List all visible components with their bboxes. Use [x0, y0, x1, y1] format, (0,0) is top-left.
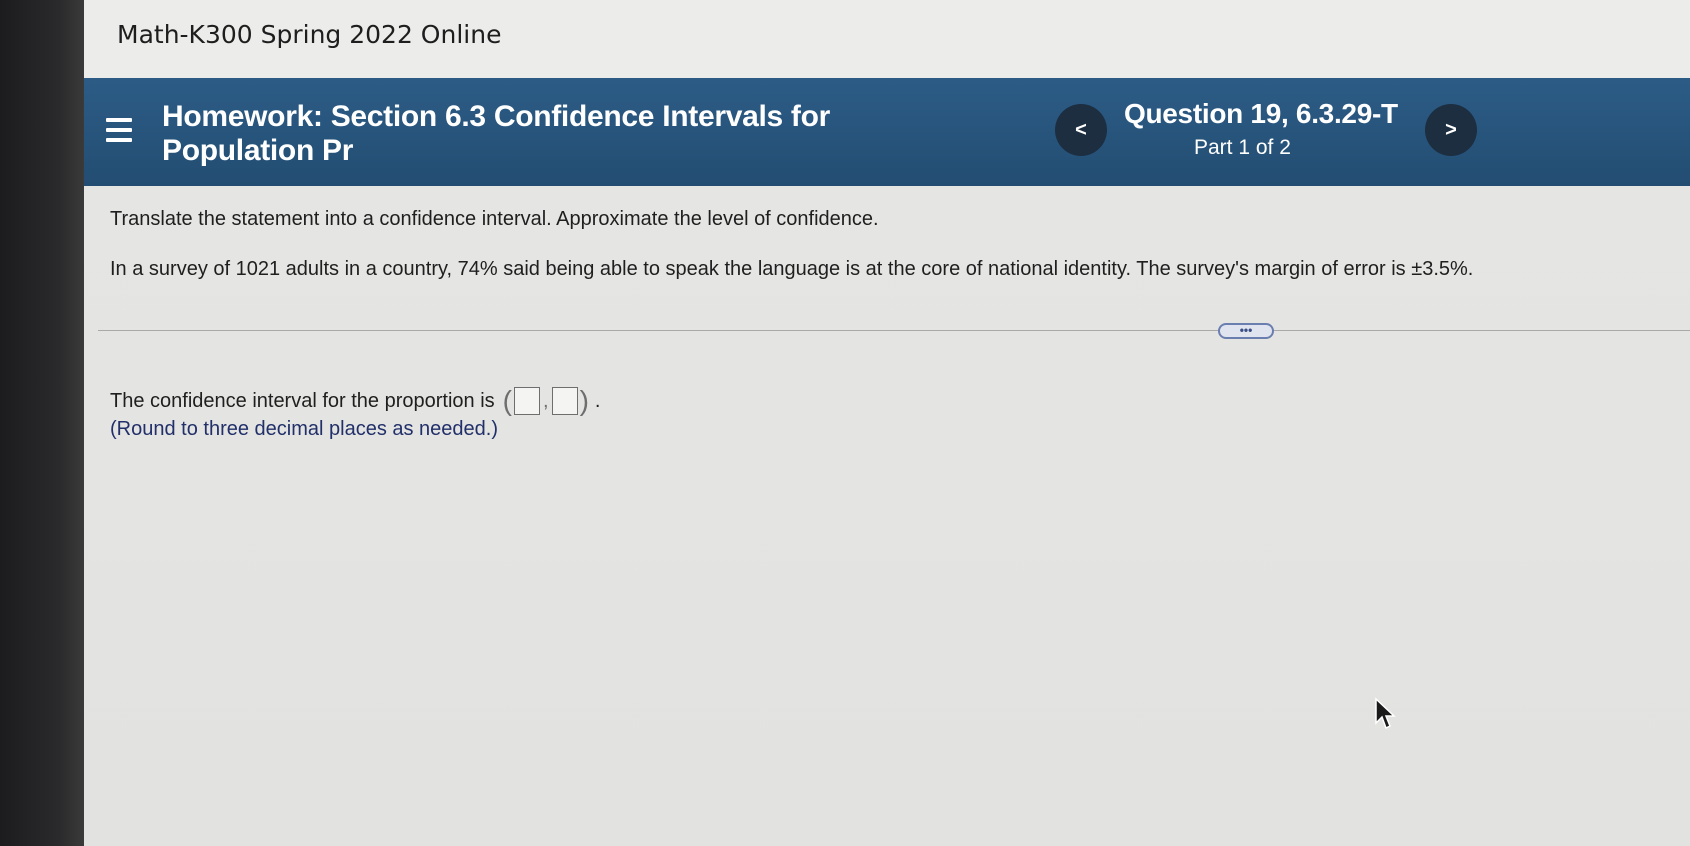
mouse-pointer-icon	[1375, 697, 1396, 730]
answer-prompt: The confidence interval for the proporti…	[110, 389, 495, 412]
lower-bound-input[interactable]	[514, 387, 540, 415]
answer-line: The confidence interval for the proporti…	[110, 385, 600, 417]
homework-header: Homework: Section 6.3 Confidence Interva…	[84, 78, 1690, 186]
previous-question-button[interactable]: <	[1055, 104, 1107, 156]
interval-answer: ( , )	[503, 385, 589, 417]
monitor-bezel	[0, 0, 84, 846]
homework-title: Homework: Section 6.3 Confidence Interva…	[162, 100, 831, 167]
question-id: Question 19, 6.3.29-T	[1124, 98, 1398, 129]
course-title: Math-K300 Spring 2022 Online	[117, 20, 502, 49]
question-instruction: Translate the statement into a confidenc…	[110, 208, 879, 230]
answer-period: .	[594, 389, 601, 412]
upper-bound-input[interactable]	[551, 387, 578, 415]
rounding-note: (Round to three decimal places as needed…	[110, 418, 499, 440]
hamburger-menu-icon[interactable]	[106, 118, 136, 146]
question-part: Part 1 of 2	[1194, 136, 1291, 159]
interval-separator: ,	[543, 389, 549, 412]
browser-screen: Math-K300 Spring 2022 Online Homework: S…	[84, 0, 1690, 846]
question-problem: In a survey of 1021 adults in a country,…	[110, 258, 1474, 280]
content-divider	[98, 330, 1690, 331]
open-paren: (	[502, 385, 512, 416]
course-bar: Math-K300 Spring 2022 Online	[84, 0, 1690, 78]
expand-more-button[interactable]: •••	[1218, 323, 1274, 339]
close-paren: )	[579, 385, 589, 416]
next-question-button[interactable]: >	[1425, 104, 1477, 156]
question-content: Translate the statement into a confidenc…	[84, 186, 1690, 846]
